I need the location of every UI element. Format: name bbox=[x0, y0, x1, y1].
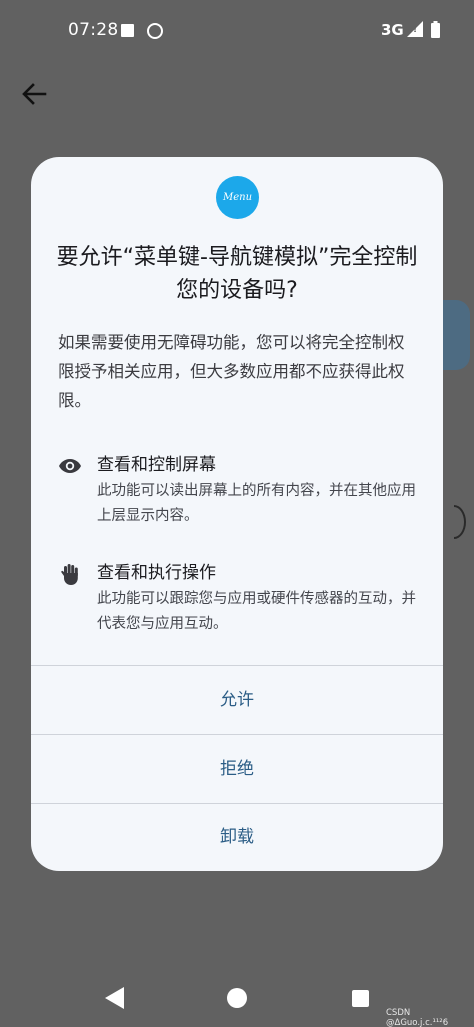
svg-text:!: ! bbox=[413, 25, 417, 35]
status-time: 07:28 bbox=[68, 20, 119, 40]
notification-circle-icon bbox=[147, 23, 163, 39]
uninstall-button[interactable]: 卸载 bbox=[31, 803, 443, 871]
background-radio bbox=[454, 505, 466, 539]
permission-description: 此功能可以读出屏幕上的所有内容，并在其他应用上层显示内容。 bbox=[97, 483, 416, 524]
nav-home-icon[interactable] bbox=[227, 988, 247, 1008]
notification-square-icon bbox=[121, 24, 134, 37]
hand-icon bbox=[61, 564, 78, 585]
permission-description: 此功能可以跟踪您与应用或硬件传感器的互动，并代表您与应用互动。 bbox=[97, 591, 416, 632]
background-card bbox=[440, 300, 470, 370]
permission-dialog: Menu 要允许“菜单键-导航键模拟”完全控制您的设备吗? 如果需要使用无障碍功… bbox=[31, 157, 443, 871]
dialog-title: 要允许“菜单键-导航键模拟”完全控制您的设备吗? bbox=[56, 245, 418, 303]
back-arrow-icon[interactable] bbox=[20, 80, 48, 108]
allow-button[interactable]: 允许 bbox=[31, 666, 443, 734]
deny-button[interactable]: 拒绝 bbox=[31, 735, 443, 803]
nav-back-icon[interactable] bbox=[104, 986, 126, 1010]
status-bar: 07:28 3G ! bbox=[0, 0, 474, 64]
app-icon: Menu bbox=[216, 176, 259, 219]
nav-recents-icon[interactable] bbox=[352, 990, 369, 1007]
eye-icon bbox=[59, 459, 81, 473]
permission-title: 查看和执行操作 bbox=[97, 563, 216, 583]
battery-icon bbox=[431, 21, 440, 38]
network-type: 3G bbox=[381, 21, 404, 39]
permission-title: 查看和控制屏幕 bbox=[97, 455, 216, 475]
watermark: CSDN @ΔGuo.j.c.¹¹²6 bbox=[386, 1008, 449, 1027]
dialog-description: 如果需要使用无障碍功能，您可以将完全控制权限授予相关应用，但大多数应用都不应获得… bbox=[58, 333, 405, 410]
signal-icon: ! bbox=[407, 21, 423, 37]
